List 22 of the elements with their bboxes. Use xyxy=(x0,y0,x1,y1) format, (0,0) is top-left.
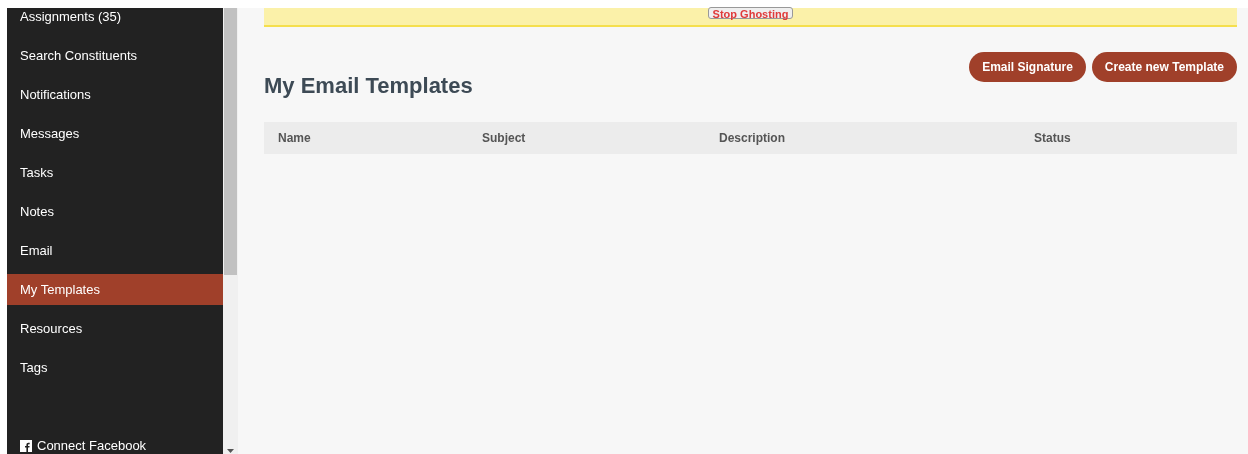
sidebar-item[interactable]: Notifications xyxy=(7,79,223,110)
sidebar-item[interactable]: Resources xyxy=(7,313,223,344)
column-header: Name xyxy=(278,131,311,145)
sidebar-item[interactable]: Search Constituents xyxy=(7,40,223,71)
sidebar-item[interactable]: Tags xyxy=(7,352,223,383)
action-button[interactable]: Create new Template xyxy=(1091,52,1237,82)
sidebar-item[interactable]: Tasks xyxy=(7,157,223,188)
column-header: Subject xyxy=(482,131,526,145)
connect-facebook-link[interactable]: Connect Facebook xyxy=(37,435,147,454)
action-button[interactable]: Email Signature xyxy=(969,52,1086,82)
sidebar-item[interactable]: Notes xyxy=(7,196,223,227)
stop-ghosting-button[interactable]: Stop Ghosting xyxy=(707,7,794,19)
sidebar-item[interactable]: Messages xyxy=(7,118,223,149)
page-title: My Email Templates xyxy=(264,72,473,100)
scrollbar[interactable] xyxy=(223,8,238,454)
column-header: Description xyxy=(719,131,785,145)
sidebar-item[interactable]: Assignments (35) xyxy=(7,1,223,32)
scroll-down-icon[interactable] xyxy=(227,449,234,453)
column-header: Status xyxy=(1034,131,1071,145)
sidebar-item[interactable]: My Templates xyxy=(7,274,223,305)
scrollbar-thumb[interactable] xyxy=(224,8,237,275)
sidebar-item[interactable]: Email xyxy=(7,235,223,266)
